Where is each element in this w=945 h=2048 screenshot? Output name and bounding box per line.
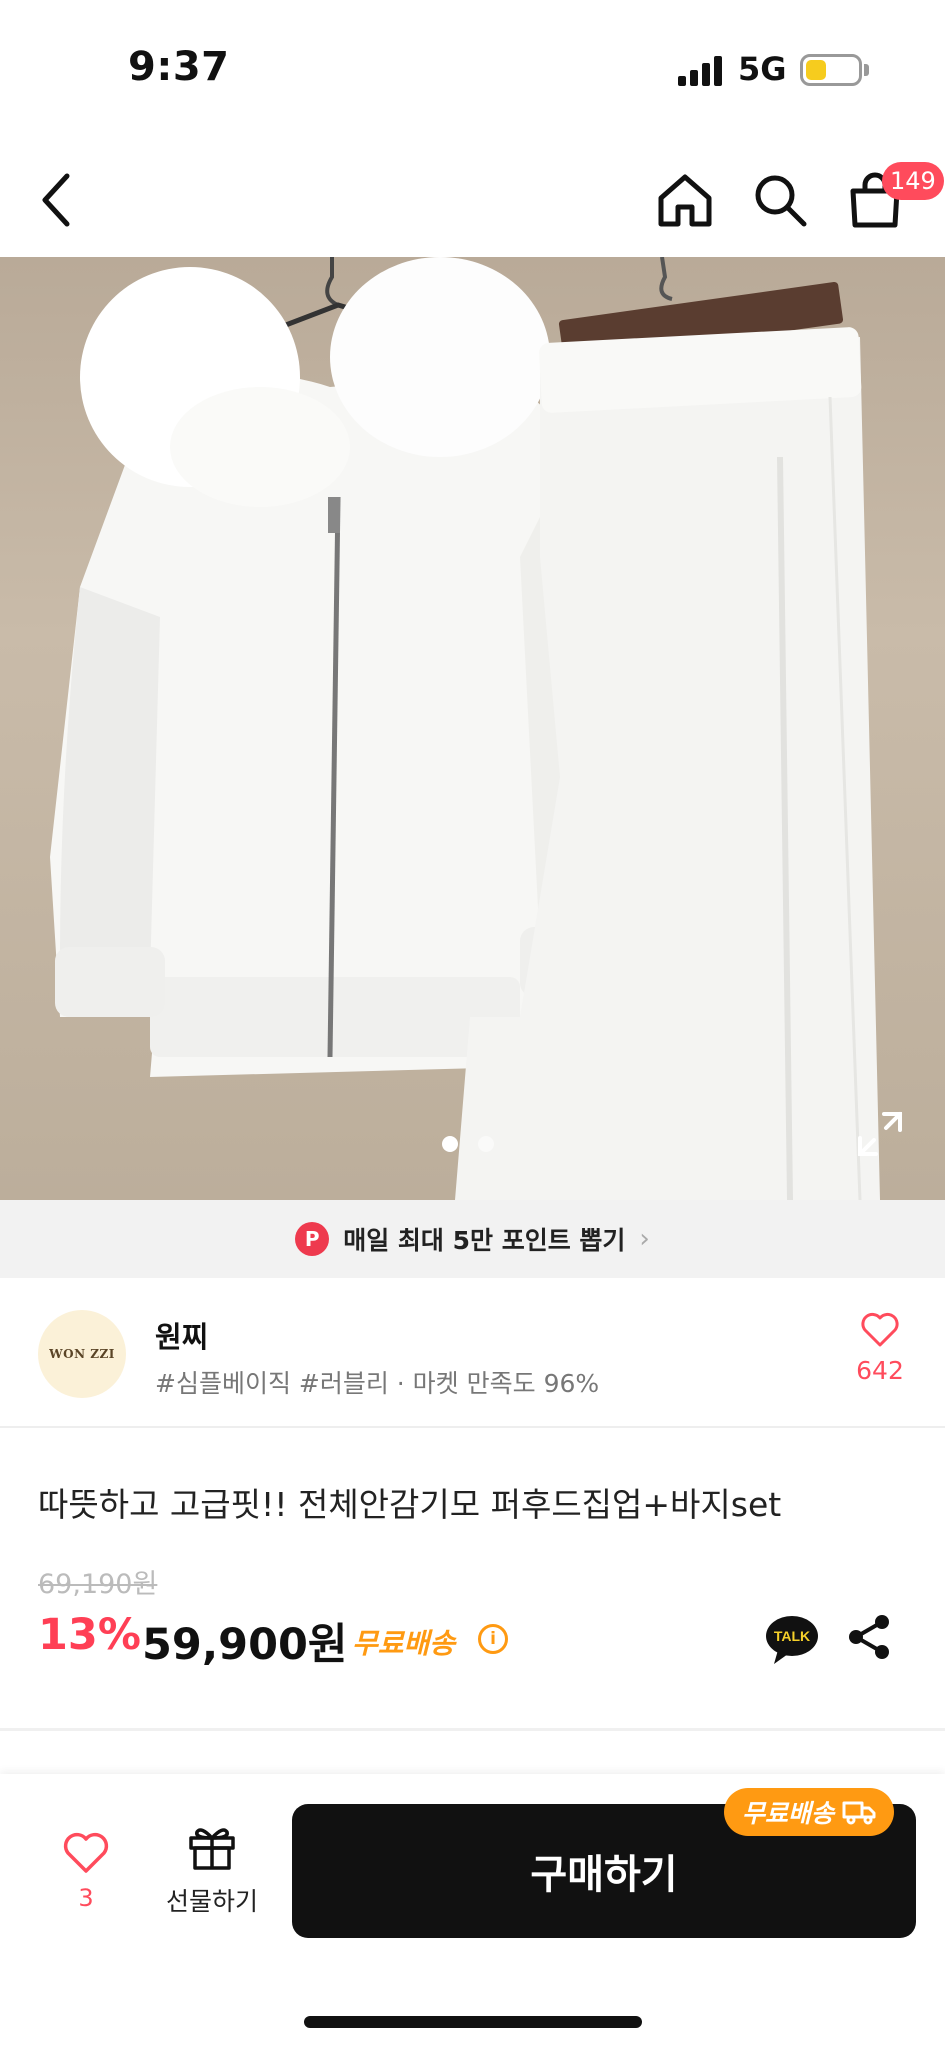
- store-tags: #심플베이직 #러블리 · 마켓 만족도 96%: [155, 1369, 600, 1398]
- home-indicator: [304, 2016, 642, 2028]
- status-bar: 9:37 5G: [0, 0, 945, 140]
- battery-icon: [800, 54, 862, 86]
- store-name[interactable]: 원찌: [155, 1314, 208, 1356]
- cart-count-badge: 149: [882, 162, 944, 200]
- chevron-right-icon: ›: [639, 1224, 650, 1254]
- free-shipping-tag: 무료배송: [724, 1788, 895, 1836]
- image-pagination: [442, 1136, 494, 1152]
- favorite-button[interactable]: 3: [50, 1832, 122, 1912]
- store-like-button[interactable]: 642: [840, 1312, 920, 1385]
- heart-icon: [63, 1832, 109, 1873]
- talk-icon: TALK: [766, 1616, 818, 1664]
- top-nav: [0, 150, 945, 250]
- points-banner[interactable]: P 매일 최대 5만 포인트 뽑기 ›: [0, 1200, 945, 1278]
- free-shipping-tag-label: 무료배송: [742, 1799, 835, 1828]
- section-divider: [0, 1728, 945, 1731]
- point-badge-icon: P: [295, 1222, 330, 1256]
- store-logo[interactable]: WON ZZI: [38, 1310, 126, 1398]
- truck-icon: [842, 1801, 876, 1825]
- product-image[interactable]: [0, 257, 945, 1200]
- talk-label: TALK: [774, 1628, 810, 1644]
- back-button[interactable]: [22, 165, 92, 235]
- product-title: 따뜻하고 고급핏!! 전체안감기모 퍼후드집업+바지set: [38, 1485, 782, 1524]
- image-dot[interactable]: [478, 1136, 494, 1152]
- chevron-left-icon: [42, 173, 70, 227]
- gift-icon: [189, 1828, 235, 1870]
- sale-price: 59,900원: [142, 1620, 348, 1670]
- home-icon: [658, 174, 712, 227]
- store-row[interactable]: WON ZZI 원찌 #심플베이직 #러블리 · 마켓 만족도 96% 642: [0, 1278, 945, 1428]
- status-time: 9:37: [128, 44, 230, 90]
- share-button[interactable]: [844, 1612, 894, 1662]
- expand-image-button[interactable]: [856, 1110, 904, 1158]
- search-button[interactable]: [745, 165, 815, 235]
- home-button[interactable]: [650, 165, 720, 235]
- store-like-count: 642: [856, 1356, 904, 1385]
- image-dot-active[interactable]: [442, 1136, 458, 1152]
- points-banner-text: 매일 최대 5만 포인트 뽑기: [343, 1226, 626, 1255]
- share-icon: [849, 1615, 889, 1659]
- battery-tip: [864, 64, 869, 76]
- product-photo: [50, 257, 880, 1200]
- info-icon[interactable]: i: [478, 1624, 508, 1654]
- heart-icon: [861, 1312, 899, 1347]
- favorite-count: 3: [78, 1884, 94, 1912]
- free-shipping-label: 무료배송: [352, 1627, 456, 1660]
- original-price: 69,190원: [38, 1569, 158, 1600]
- gift-label: 선물하기: [165, 1887, 258, 1916]
- signal-icon: [678, 56, 724, 86]
- search-icon: [755, 175, 807, 227]
- kakao-talk-button[interactable]: TALK: [764, 1614, 820, 1666]
- expand-icon: [858, 1112, 902, 1156]
- network-label: 5G: [738, 50, 787, 88]
- discount-rate: 13%: [38, 1610, 141, 1660]
- gift-button[interactable]: 선물하기: [152, 1822, 272, 1918]
